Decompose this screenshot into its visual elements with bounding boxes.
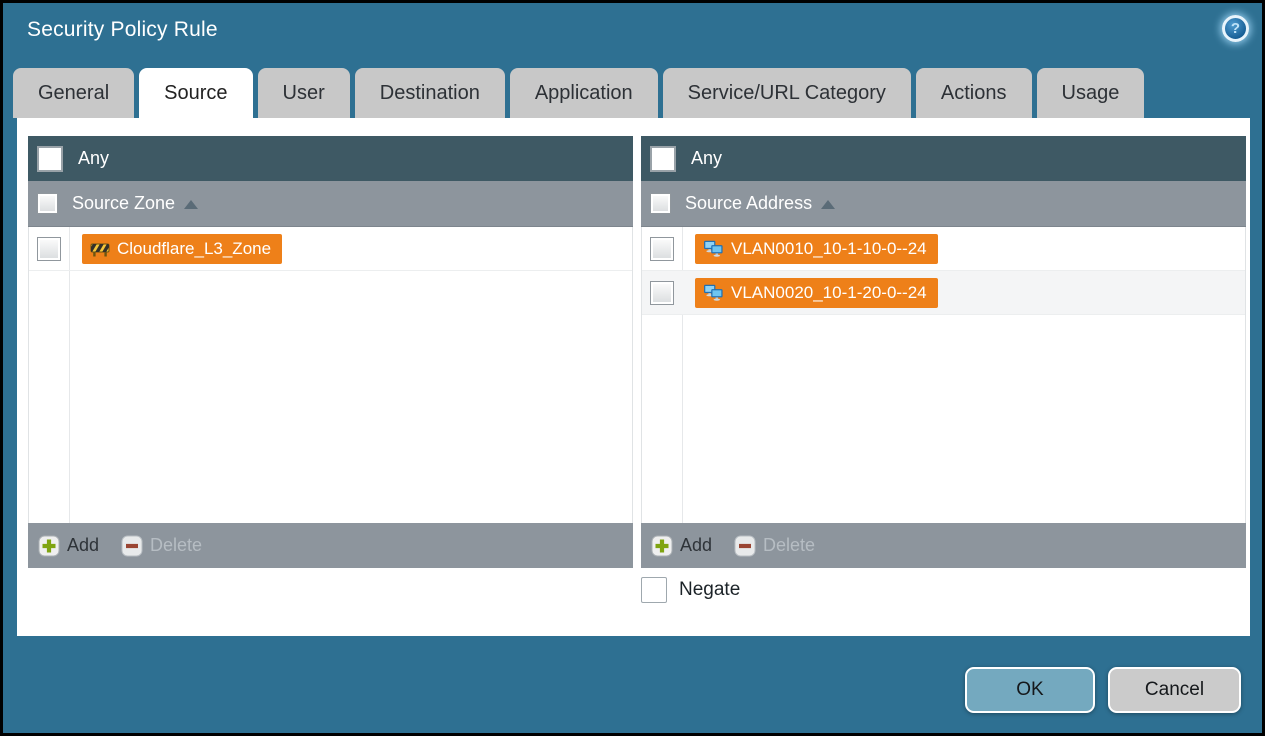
add-button[interactable]: Add (38, 535, 99, 557)
add-button[interactable]: Add (651, 535, 712, 557)
source-zone-footer: Add Delete (28, 523, 633, 568)
address-entry[interactable]: VLAN0010_10-1-10-0--24 (695, 233, 938, 264)
security-policy-rule-dialog: Security Policy Rule ? General Source Us… (0, 0, 1265, 736)
zone-entry-label: Cloudflare_L3_Zone (117, 238, 272, 258)
source-zone-panel: Any Source Zone Cloudflare_L3_Zone Add D… (28, 136, 633, 568)
tab-actions[interactable]: Actions (915, 68, 1032, 118)
tab-user[interactable]: User (257, 68, 350, 118)
sort-asc-icon[interactable] (821, 200, 836, 209)
address-entry-label: VLAN0020_10-1-20-0--24 (731, 282, 927, 302)
delete-button[interactable]: Delete (121, 535, 202, 557)
source-address-any-label: Any (691, 148, 723, 168)
tab-source[interactable]: Source (139, 68, 253, 118)
cancel-button[interactable]: Cancel (1108, 667, 1241, 713)
tab-destination[interactable]: Destination (354, 68, 505, 118)
source-zone-column-title: Source Zone (72, 193, 176, 213)
plus-icon (651, 535, 673, 557)
add-label: Add (680, 535, 713, 555)
row-checkbox[interactable] (650, 236, 674, 261)
tab-service-url-category[interactable]: Service/URL Category (662, 68, 911, 118)
source-address-list: VLAN0010_10-1-10-0--24 VLAN0020_10-1-20-… (641, 227, 1246, 523)
zone-icon (90, 241, 110, 257)
dialog-title: Security Policy Rule (27, 18, 218, 41)
negate-row: Negate (641, 577, 740, 603)
address-icon (703, 284, 724, 301)
source-zone-any-label: Any (78, 148, 110, 168)
negate-label: Negate (679, 579, 741, 600)
row-checkbox[interactable] (650, 280, 674, 305)
source-zone-column-header[interactable]: Source Zone (28, 181, 633, 227)
help-icon[interactable]: ? (1222, 15, 1249, 42)
source-address-select-all-checkbox[interactable] (650, 193, 671, 214)
delete-label: Delete (150, 535, 203, 555)
table-row: Cloudflare_L3_Zone (29, 227, 632, 271)
minus-icon (734, 535, 756, 557)
tab-application[interactable]: Application (509, 68, 658, 118)
source-zone-any-checkbox[interactable] (37, 145, 63, 172)
source-address-footer: Add Delete (641, 523, 1246, 568)
row-checkbox[interactable] (37, 236, 61, 261)
minus-icon (121, 535, 143, 557)
source-address-any-checkbox[interactable] (650, 145, 676, 172)
tab-usage[interactable]: Usage (1036, 68, 1145, 118)
sort-asc-icon[interactable] (184, 200, 199, 209)
negate-checkbox[interactable] (641, 577, 667, 603)
add-label: Add (67, 535, 100, 555)
address-icon (703, 240, 724, 257)
ok-button[interactable]: OK (965, 667, 1095, 713)
source-address-column-title: Source Address (685, 193, 813, 213)
table-row: VLAN0020_10-1-20-0--24 (642, 271, 1245, 315)
source-zone-list: Cloudflare_L3_Zone (28, 227, 633, 523)
source-zone-select-all-checkbox[interactable] (37, 193, 58, 214)
plus-icon (38, 535, 60, 557)
delete-button[interactable]: Delete (734, 535, 815, 557)
source-address-column-header[interactable]: Source Address (641, 181, 1246, 227)
address-entry-label: VLAN0010_10-1-10-0--24 (731, 238, 927, 258)
source-tab-content: Any Source Zone Cloudflare_L3_Zone Add D… (17, 118, 1250, 636)
tab-general[interactable]: General (13, 68, 135, 118)
source-address-any-row: Any (641, 136, 1246, 181)
zone-entry[interactable]: Cloudflare_L3_Zone (82, 233, 283, 264)
delete-label: Delete (763, 535, 816, 555)
source-zone-any-row: Any (28, 136, 633, 181)
tab-bar: General Source User Destination Applicat… (13, 68, 1145, 118)
address-entry[interactable]: VLAN0020_10-1-20-0--24 (695, 277, 938, 308)
source-address-panel: Any Source Address VLAN0010_10-1-10-0--2… (641, 136, 1246, 568)
table-row: VLAN0010_10-1-10-0--24 (642, 227, 1245, 271)
